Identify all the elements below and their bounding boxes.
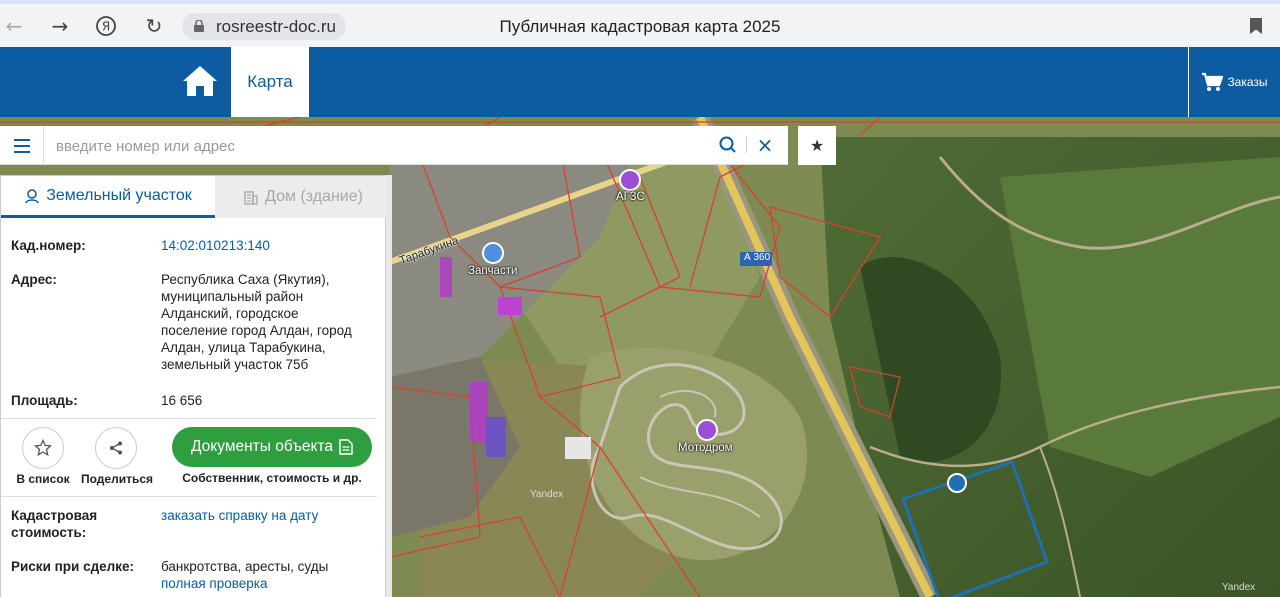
area-value: 16 656 bbox=[161, 393, 203, 408]
risks-label: Риски при сделке: bbox=[11, 559, 134, 574]
address-line: Республика Саха (Якутия), bbox=[161, 272, 330, 287]
panel-scrollbar[interactable] bbox=[386, 175, 392, 597]
cad-cost-label: Кадастровая стоимость: bbox=[11, 507, 156, 541]
search-input[interactable] bbox=[56, 134, 696, 158]
address-line: Алдан, улица Тарабукина, bbox=[161, 340, 326, 355]
building-icon bbox=[244, 191, 258, 205]
document-icon bbox=[339, 439, 353, 455]
location-icon bbox=[25, 188, 39, 203]
object-documents-button[interactable]: Документы объекта bbox=[172, 427, 372, 467]
star-icon: ★ bbox=[809, 136, 825, 155]
star-outline-icon bbox=[34, 439, 52, 457]
tab-map[interactable]: Карта bbox=[231, 47, 309, 117]
panel-tabs: Земельный участок Дом (здание) bbox=[1, 176, 391, 218]
divider bbox=[1, 496, 377, 497]
share-label: Поделиться bbox=[81, 472, 154, 486]
add-to-list-button[interactable] bbox=[22, 427, 64, 469]
yandex-watermark: Yandex bbox=[530, 489, 564, 500]
full-check-link[interactable]: полная проверка bbox=[161, 575, 361, 592]
search-separator bbox=[746, 137, 747, 153]
cad-cost-label-line: стоимость: bbox=[11, 525, 87, 540]
cad-cost-link[interactable]: заказать справку на дату bbox=[161, 507, 361, 524]
home-icon[interactable] bbox=[180, 63, 220, 99]
favorites-button[interactable]: ★ bbox=[798, 126, 836, 165]
docs-subtitle: Собственник, стоимость и др. bbox=[182, 471, 362, 485]
share-icon bbox=[110, 441, 122, 455]
address-value: Республика Саха (Якутия), муниципальный … bbox=[161, 271, 361, 373]
cart-icon bbox=[1202, 72, 1224, 91]
tab-house[interactable]: Дом (здание) bbox=[215, 176, 391, 218]
clear-icon[interactable]: × bbox=[756, 134, 774, 156]
yandex-watermark-2: Yandex bbox=[1222, 582, 1256, 593]
add-to-list-label: В список bbox=[16, 472, 70, 486]
search-icon[interactable] bbox=[718, 135, 738, 155]
search-bar: × bbox=[0, 126, 788, 165]
tab-land-label: Земельный участок bbox=[46, 186, 192, 204]
address-line: муниципальный район bbox=[161, 289, 304, 304]
share-button[interactable] bbox=[95, 427, 137, 469]
map-label-zapchasti: Запчасти bbox=[468, 265, 518, 277]
address-label: Адрес: bbox=[11, 272, 57, 287]
page-title: Публичная кадастровая карта 2025 bbox=[499, 17, 781, 36]
map-label-agzs: АГЗС bbox=[616, 191, 645, 203]
area-label: Площадь: bbox=[11, 393, 78, 408]
risks-value: банкротства, аресты, суды bbox=[161, 559, 329, 574]
cad-cost-label-line: Кадастровая bbox=[11, 508, 98, 523]
tab-land-plot[interactable]: Земельный участок bbox=[1, 176, 215, 218]
browser-bar: ← → Я ↻ rosreestr-doc.ru Публичная кадас… bbox=[0, 0, 1280, 47]
orders-label: Заказы bbox=[1227, 75, 1268, 89]
address-line: земельный участок 75б bbox=[161, 357, 309, 372]
map-label-motodrom: Мотодром bbox=[678, 442, 733, 454]
cad-number-value[interactable]: 14:02:010213:140 bbox=[161, 237, 361, 254]
orders-button[interactable]: Заказы bbox=[1188, 47, 1280, 117]
address-line: поселение город Алдан, город bbox=[161, 323, 352, 338]
site-header: Карта Заказы bbox=[0, 47, 1280, 117]
divider bbox=[1, 418, 377, 419]
docs-button-label: Документы объекта bbox=[191, 438, 333, 455]
info-panel: Земельный участок Дом (здание) Кад.номер… bbox=[0, 175, 391, 597]
cad-number-label: Кад.номер: bbox=[11, 238, 86, 253]
address-line: Алданский, городское bbox=[161, 306, 299, 321]
menu-icon[interactable] bbox=[0, 126, 44, 165]
tab-house-label: Дом (здание) bbox=[265, 188, 363, 205]
map-label-road: А 360 bbox=[744, 252, 771, 263]
